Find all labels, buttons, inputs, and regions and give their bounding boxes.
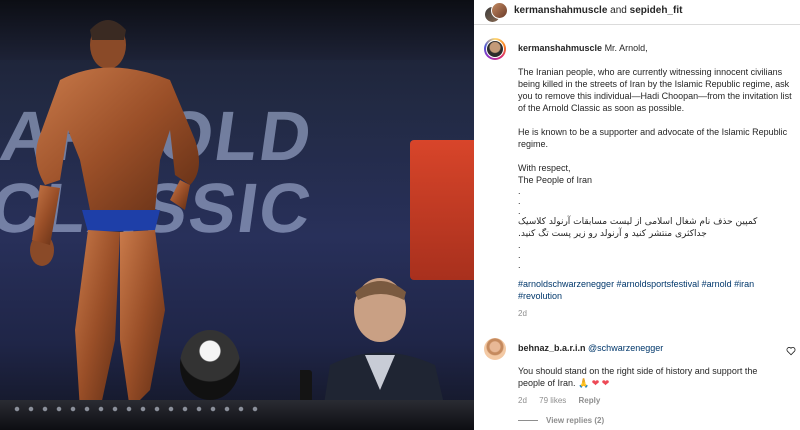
caption-greeting: Mr. Arnold, [604,43,648,53]
view-replies-label[interactable]: View replies (2) [546,416,604,425]
caption-paragraph: The Iranian people, who are currently wi… [518,67,792,113]
header-username-link[interactable]: sepideh_fit [630,5,683,16]
caption-signoff: The People of Iran [518,175,593,185]
caption-hashtags[interactable]: #arnoldschwarzenegger #arnoldsportsfesti… [518,278,798,302]
caption-persian: جداکثری منتشر کنید و آرنولد رو زیر پست ت… [518,229,707,239]
header-username-link[interactable]: kermanshahmuscle [514,5,607,16]
post-header: kermanshahmuscle and sepideh_fit [474,0,800,25]
caption-persian: کمپین حذف نام شغال اسلامی از لیست مسابقا… [518,217,758,227]
post-panel: kermanshahmuscle and sepideh_fit kermans… [474,0,800,430]
view-replies-line [518,420,538,422]
caption-dot: . [518,250,521,260]
avatar-image [486,40,504,58]
comment-content: behnaz_b.a.r.i.n @schwarzenegger You sho… [518,342,776,407]
comment-mention-link[interactable]: @schwarzenegger [588,343,663,353]
caption-paragraph: He is known to be a supporter and advoca… [518,127,788,149]
collab-avatars[interactable] [484,2,508,23]
heart-icon[interactable] [786,346,796,356]
caption-content: kermanshahmuscle Mr. Arnold, The Iranian… [518,42,798,320]
comment-emojis: 🙏 ❤ ❤ [578,378,610,388]
view-replies-button[interactable]: View replies (2) [518,416,604,425]
red-logo-banner [410,140,474,280]
comment-body: You should stand on the right side of hi… [518,366,758,388]
stage-light [180,330,240,400]
caption-dot: . [518,260,521,270]
comment-likes[interactable]: 79 likes [539,396,566,405]
post-image[interactable]: ARNOLD CLASSIC [0,0,474,430]
caption-signoff: With respect, [518,163,571,173]
caption-dot: . [518,206,521,216]
railing-lights [10,406,260,412]
stage-railing [0,400,474,430]
avatar[interactable] [484,38,506,60]
comment-username-link[interactable]: behnaz_b.a.r.i.n [518,343,586,353]
caption-username-link[interactable]: kermanshahmuscle [518,43,602,53]
caption-dot: . [518,240,521,250]
comment-timestamp[interactable]: 2d [518,396,527,405]
header-and-text: and [610,5,627,16]
comment-text: You should stand on the right side of hi… [518,365,776,389]
post-timestamp[interactable]: 2d [518,308,798,320]
comment-meta: 2d 79 likes Reply [518,395,776,407]
reply-button[interactable]: Reply [579,396,601,405]
avatar[interactable] [484,338,506,360]
caption-dot: . [518,186,521,196]
collab-names: kermanshahmuscle and sepideh_fit [514,5,682,16]
avatar[interactable] [491,2,508,19]
caption-dot: . [518,196,521,206]
